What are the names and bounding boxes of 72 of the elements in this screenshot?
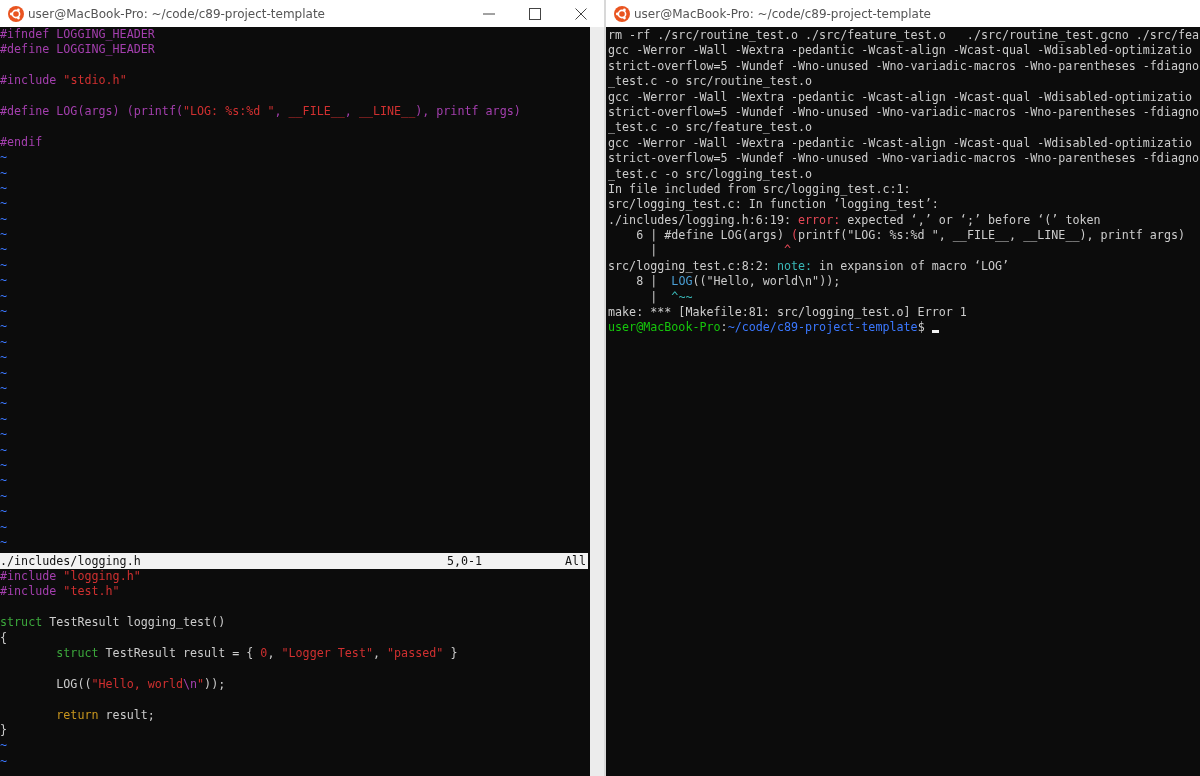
- code-line: return result;: [55, 707, 155, 723]
- file-name: ./includes/logging.h: [0, 554, 142, 568]
- empty-line-marker: ~: [0, 211, 8, 228]
- empty-line-marker: ~: [0, 753, 8, 770]
- empty-line-marker: ~: [0, 504, 8, 520]
- terminal-line: ./includes/logging.h:6:19: error: expected ‘,’ or ‘;’ before ‘(’ token: [608, 212, 1101, 229]
- circle-logo-icon: [8, 5, 24, 22]
- empty-line-marker: ~: [0, 180, 8, 197]
- terminal-line: In file included from src/logging_test.c:1:: [608, 181, 911, 198]
- empty-line-marker: ~: [0, 304, 8, 320]
- empty-line-marker: ~: [0, 411, 8, 428]
- window-title: user@MacBook-Pro: ~/code/c89-project-template: [634, 6, 931, 21]
- empty-line-marker: ~: [0, 473, 8, 489]
- terminal-line: 8 | LOG(("Hello, world\n"));: [635, 274, 841, 290]
- code-line: {: [0, 630, 8, 646]
- close-icon: [575, 7, 587, 20]
- empty-line-marker: ~: [0, 427, 8, 443]
- empty-line-marker: ~: [0, 196, 8, 212]
- empty-line-marker: ~: [0, 350, 8, 366]
- terminal-line: user@MacBook-Pro:~/code/c89-project-template$: [608, 320, 939, 336]
- maximize-icon: [529, 7, 541, 20]
- terminal-line: strict-overflow=5 -Wundef -Wno-unused -Wno-variadic-macros -Wno-parentheses -fdiagno: [608, 151, 1200, 167]
- empty-line-marker: ~: [0, 519, 8, 535]
- empty-line-marker: ~: [0, 534, 8, 551]
- empty-line-marker: ~: [0, 381, 8, 397]
- terminal-line: | ^~~: [649, 289, 693, 306]
- empty-line-marker: ~: [0, 334, 8, 351]
- text-cursor: [931, 330, 939, 334]
- scroll-position: All: [564, 554, 586, 568]
- terminal-line: gcc -Werror -Wall -Wextra -pedantic -Wcast-align -Wcast-qual -Wdisabled-optimizatio: [608, 89, 1193, 105]
- terminal-line: gcc -Werror -Wall -Wextra -pedantic -Wcast-align -Wcast-qual -Wdisabled-optimizatio: [608, 43, 1193, 59]
- empty-line-marker: ~: [0, 365, 8, 381]
- terminal-line: strict-overflow=5 -Wundef -Wno-unused -Wno-variadic-macros -Wno-parentheses -fdiagno: [608, 104, 1200, 121]
- empty-line-marker: ~: [0, 227, 8, 243]
- code-line: #include "logging.h": [0, 569, 141, 585]
- empty-line-marker: ~: [0, 738, 8, 754]
- empty-line-marker: ~: [0, 457, 8, 474]
- window-title: user@MacBook-Pro: ~/code/c89-project-template: [28, 6, 325, 21]
- code-line: #include "stdio.h": [0, 73, 127, 89]
- code-line: }: [0, 722, 8, 739]
- empty-line-marker: ~: [0, 242, 8, 258]
- code-line: struct TestResult logging_test(): [0, 615, 226, 631]
- code-line: struct TestResult result = { 0, "Logger Test", "passed" }: [55, 645, 458, 662]
- empty-line-marker: ~: [0, 442, 8, 458]
- code-line: #define LOG(args) (printf("LOG: %s:%d ", __FILE__, __LINE__), printf args): [0, 103, 521, 120]
- terminal-line: _test.c -o src/feature_test.o: [608, 120, 813, 136]
- terminal-line: src/logging_test.c:8:2: note: in expansion of macro ‘LOG’: [608, 258, 1010, 275]
- code-line: #endif: [0, 134, 43, 151]
- empty-line-marker: ~: [0, 488, 8, 505]
- empty-line-marker: ~: [0, 396, 8, 412]
- cursor-position: 5,0-1: [446, 554, 484, 568]
- scrollbar[interactable]: [588, 27, 604, 776]
- terminal-line: gcc -Werror -Wall -Wextra -pedantic -Wcast-align -Wcast-qual -Wdisabled-optimizatio: [608, 135, 1193, 152]
- terminal-line: 6 | #define LOG(args) (printf("LOG: %s:%d ", __FILE__, __LINE__), printf args): [635, 228, 1185, 244]
- terminal-line: _test.c -o src/routine_test.o: [608, 74, 813, 90]
- code-line: #ifndef LOGGING_HEADER: [0, 27, 155, 43]
- empty-line-marker: ~: [0, 273, 8, 289]
- terminal-line: src/logging_test.c: In function ‘logging_test’:: [608, 197, 939, 213]
- code-line: #define LOGGING_HEADER: [0, 42, 155, 58]
- terminal-line: make: *** [Makefile:81: src/logging_test.o] Error 1: [608, 305, 967, 321]
- empty-line-marker: ~: [0, 150, 8, 166]
- code-line: LOG(("Hello, world\n"));: [55, 676, 226, 693]
- circle-logo-icon: [614, 5, 630, 22]
- terminal-line: _test.c -o src/logging_test.o: [608, 166, 813, 182]
- terminal-line: rm -rf ./src/routine_test.o ./src/feature_test.o ./src/routine_test.gcno ./src/fea: [608, 28, 1200, 44]
- empty-line-marker: ~: [0, 165, 8, 181]
- empty-line-marker: ~: [0, 257, 8, 274]
- terminal-line: | ^: [649, 243, 791, 259]
- empty-line-marker: ~: [0, 288, 8, 305]
- empty-line-marker: ~: [0, 319, 8, 335]
- terminal-line: strict-overflow=5 -Wundef -Wno-unused -Wno-variadic-macros -Wno-parentheses -fdiagno: [608, 58, 1200, 75]
- code-line: #include "test.h": [0, 584, 120, 600]
